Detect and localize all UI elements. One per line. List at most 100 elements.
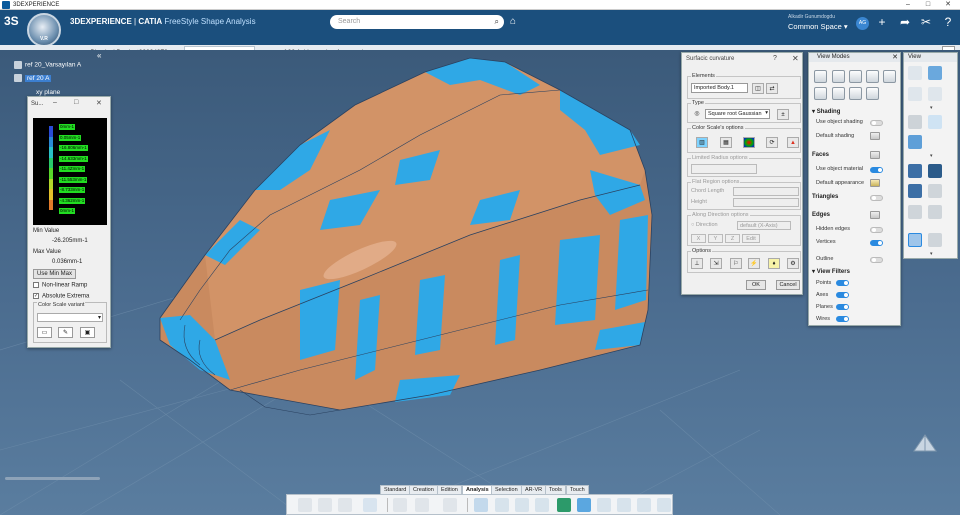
tree-collapse-icon[interactable]: « [97,51,101,60]
color-scale[interactable]: 0mm-1 0.05mm-1 -16.806mm-1 -14.633mm-1 -11.4… [33,118,107,225]
connect-checker-icon[interactable] [495,498,509,512]
lighting-icon[interactable] [928,164,942,178]
add-icon[interactable]: + [874,15,890,29]
tools-icon[interactable]: ✂ [918,15,934,29]
palette-icon[interactable] [743,137,755,148]
chevron-down-icon[interactable]: ▾ [930,105,933,111]
view-modes-icon[interactable] [908,233,922,247]
distance-analysis-icon[interactable] [474,498,488,512]
points-toggle[interactable] [836,280,849,286]
section-icon[interactable] [908,205,922,219]
shading-mode-1-icon[interactable] [814,70,827,83]
rotate-icon[interactable] [908,87,922,101]
horizontal-scrollbar[interactable] [5,477,100,480]
view-compass-icon[interactable] [912,433,938,455]
chevron-down-icon[interactable]: ▾ [930,153,933,159]
dialog-close-button[interactable]: ✕ [792,54,799,63]
shading-mode-6-icon[interactable] [814,87,827,100]
tree-item-selected[interactable]: ref 20 A [14,74,52,82]
book-icon[interactable] [415,498,429,512]
camera-icon[interactable] [908,115,922,129]
faces-select[interactable] [870,151,880,159]
action-tab-selection[interactable]: Selection [491,485,522,494]
use-object-material-toggle[interactable] [870,167,883,173]
surfacic-curvature-icon[interactable] [557,498,571,512]
legend-close-button[interactable]: ✕ [96,99,102,107]
copy-icon[interactable] [318,498,332,512]
minimize-button[interactable]: – [898,0,918,10]
view-modes-close-button[interactable]: ✕ [892,53,898,61]
tag-icon[interactable]: ⌂ [510,16,516,27]
user-info[interactable]: Alkadir Gunumdogdu Common Space ▾ [788,14,848,31]
shading-mode-3-icon[interactable] [849,70,862,83]
color-scale-value[interactable]: 0.05mm-1 [59,134,82,141]
new-file-icon[interactable]: ▭ [37,327,52,338]
outline-toggle[interactable] [870,257,883,263]
zoom-icon[interactable] [928,87,942,101]
diagnostic-icon[interactable]: ⇲ [710,258,722,269]
search-tool-icon[interactable] [393,498,407,512]
action-tab-touch[interactable]: Touch [566,485,589,494]
comb-icon[interactable]: ⚡ [748,258,760,269]
color-scale-icon[interactable]: ▥ [696,137,708,148]
action-tab-standard[interactable]: Standard [380,485,411,494]
axes-toggle[interactable] [836,292,849,298]
x-button[interactable]: X [691,234,706,243]
chevron-down-icon[interactable]: ▾ [930,251,933,257]
flag-icon[interactable]: ⚐ [730,258,742,269]
default-shading-select[interactable] [870,132,880,140]
hex-icon[interactable] [928,184,942,198]
bulb-icon[interactable]: ♦ [768,258,780,269]
refresh-icon[interactable]: ⟳ [766,137,778,148]
triangle-scale-icon[interactable]: ▲ [787,137,799,148]
shading-mode-8-icon[interactable] [849,87,862,100]
search-icon[interactable]: ⌕ [495,17,499,27]
wires-toggle[interactable] [836,316,849,322]
elements-field[interactable]: Imported Body.1 [691,83,748,93]
non-linear-check[interactable] [33,282,39,288]
measure-icon[interactable] [657,498,671,512]
use-min-max-button[interactable]: Use Min Max [33,269,77,279]
action-tab-ar-vr[interactable]: AR-VR [521,485,547,494]
legend-maximize-button[interactable]: □ [74,99,78,106]
variant-select[interactable]: ▾ [37,313,103,322]
z-button[interactable]: Z [725,234,740,243]
direction-radio[interactable]: ○ Direction [691,222,718,228]
info-icon[interactable] [637,498,651,512]
settings-gear-icon[interactable] [443,498,457,512]
ds-logo-icon[interactable]: 3S [4,14,19,28]
ok-button[interactable]: OK [746,280,766,290]
part-body[interactable] [159,57,653,416]
absolute-extrema-checkbox[interactable]: ✓ Absolute Extrema [33,293,89,300]
swap-icon[interactable]: ⇄ [766,83,778,94]
shading-mode-4-icon[interactable] [866,70,879,83]
cutting-plane-icon[interactable] [597,498,611,512]
help-icon[interactable]: ? [773,55,777,62]
color-scale-value[interactable]: -11.553mm-1 [59,176,88,183]
save-icon[interactable]: ▣ [80,327,95,338]
color-scale-value[interactable]: -16.806mm-1 [59,145,88,151]
default-appearance-select[interactable] [870,179,880,187]
legend-minimize-button[interactable]: – [53,99,57,106]
color-scale-value[interactable]: -14.633mm-1 [59,155,88,162]
limited-radius-field[interactable] [691,164,757,174]
view-settings-icon[interactable] [928,115,942,129]
close-window-button[interactable]: ✕ [938,0,958,10]
pan-icon[interactable] [928,66,942,80]
edges-select[interactable] [870,211,880,219]
tree-item-plane[interactable]: xy plane [36,89,60,96]
space-selector[interactable]: Common Space ▾ [788,22,848,31]
clip-icon[interactable] [928,205,942,219]
compass-button[interactable]: V.R [27,13,61,47]
non-linear-ramp-checkbox[interactable]: Non-linear Ramp [33,282,87,289]
shading-mode-5-icon[interactable] [883,70,896,83]
visibility-icon[interactable] [928,233,942,247]
color-scale-value[interactable]: 0mm-1 [59,208,76,214]
chord-length-field[interactable] [733,187,799,196]
zoom-in-icon[interactable] [908,66,922,80]
tree-root[interactable]: ref 20_Varsayılan A [14,61,81,69]
cut-icon[interactable] [298,498,312,512]
height-field[interactable] [733,198,799,207]
standard-view-icon[interactable] [908,135,922,149]
settings-icon[interactable]: ⚙ [787,258,799,269]
